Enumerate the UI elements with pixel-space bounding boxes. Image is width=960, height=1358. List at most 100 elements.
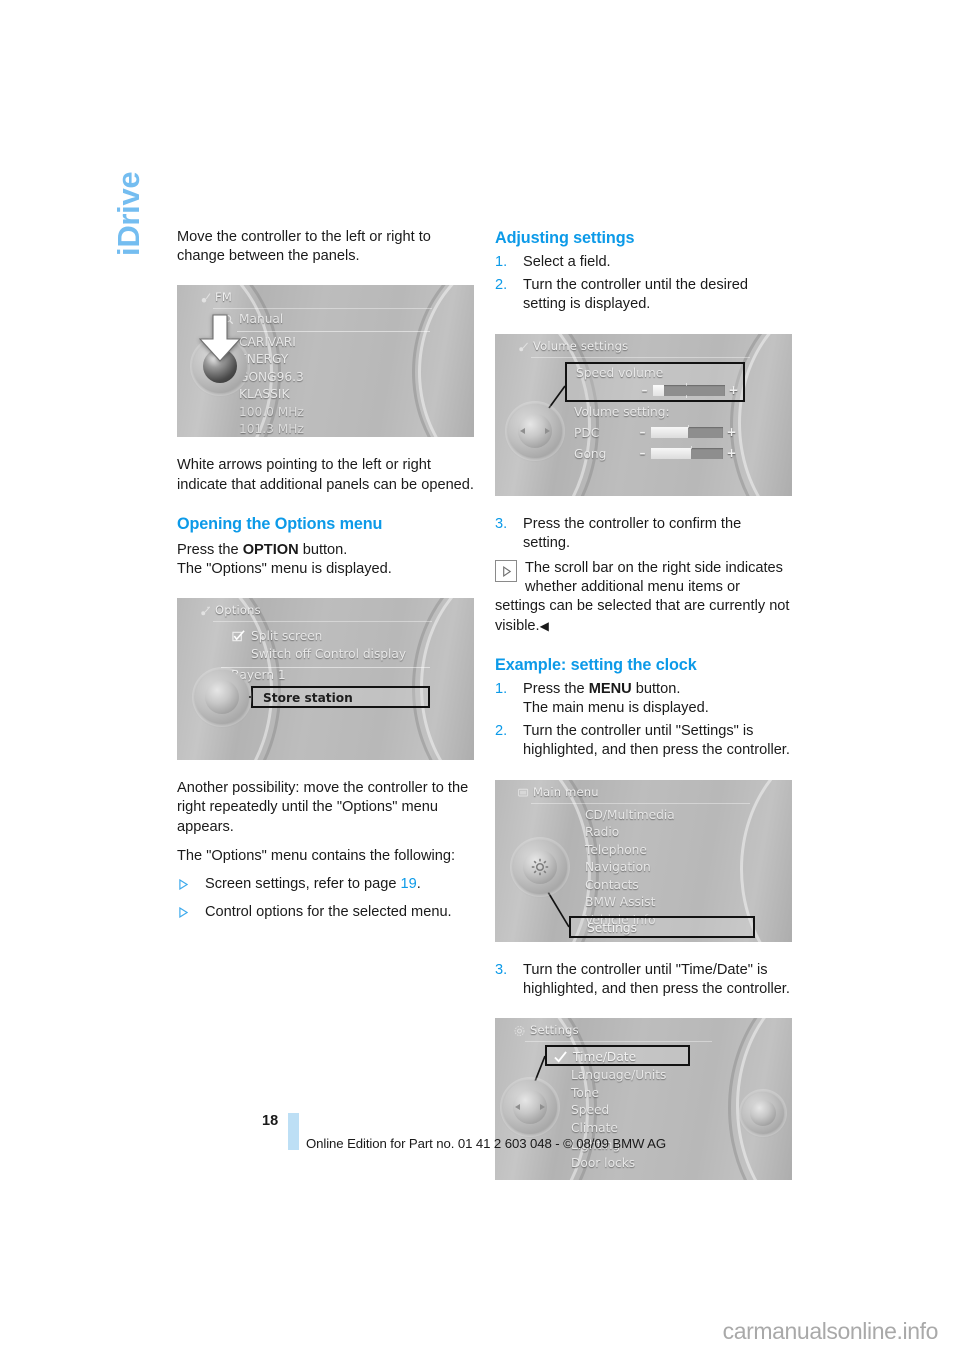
footer-accent-bar (288, 1113, 299, 1150)
footer-text: Online Edition for Part no. 01 41 2 603 … (306, 1136, 666, 1151)
bullet-text: Screen settings, refer to page (205, 876, 401, 893)
volume-row-label-gong: Gong (574, 446, 607, 461)
speed-volume-slider[interactable]: – + (639, 382, 739, 398)
list-item[interactable]: Contacts (583, 877, 756, 895)
settings-selected-label: Time/Date (573, 1050, 637, 1065)
list-item[interactable]: GONG96.3 (237, 369, 430, 387)
options-displayed-paragraph: The "Options" menu is displayed. (177, 561, 392, 578)
slider-plus-label[interactable]: + (726, 447, 737, 459)
slider-track[interactable] (653, 382, 725, 398)
left-column: Move the controller to the left or right… (177, 228, 474, 922)
controller-knob-icon (503, 1080, 557, 1135)
step-text: Turn the controller until the desired se… (523, 277, 748, 313)
controller-knob-icon (508, 403, 562, 458)
list-item[interactable]: ENERGY (237, 351, 430, 369)
list-item: 1. Select a field. (495, 253, 792, 272)
list-item[interactable]: 101.3 MHz (237, 421, 430, 437)
screen-title-settings: Settings (530, 1023, 579, 1038)
list-item[interactable]: Speed (569, 1102, 756, 1120)
step-text: Press the controller to confirm the sett… (523, 515, 742, 551)
slider-thumb[interactable] (653, 384, 664, 396)
gong-volume-slider[interactable]: – + (637, 445, 737, 459)
slider-minus-label[interactable]: – (639, 384, 650, 396)
chapter-tab-idrive: iDrive (111, 171, 146, 256)
step-number: 1. (495, 254, 508, 270)
step-number: 2. (495, 723, 508, 740)
title-divider (531, 356, 750, 358)
slider-fill (651, 426, 689, 438)
example-steps-list: 1. Press the MENU button. The main menu … (495, 680, 792, 761)
list-item[interactable]: Telephone (583, 842, 756, 860)
triangle-bullet-icon (179, 907, 188, 919)
settings-list: Language/Units Tone Speed Climate Lighti… (569, 1067, 756, 1172)
title-divider (525, 1041, 712, 1043)
slider-plus-label[interactable]: + (726, 426, 737, 438)
list-item[interactable]: KLASSIK (237, 386, 430, 404)
step-3-confirm: 3. Press the controller to confirm the s… (495, 515, 792, 553)
menu-button-icon (513, 839, 567, 894)
list-item[interactable]: Navigation (583, 859, 756, 877)
list-item[interactable]: Switch off Control display (249, 646, 430, 664)
screenshot-fm-radio: FM Manual CARIVARI ENERGY GONG96.3 KLASS… (177, 285, 474, 438)
screen-title-volume: Volume settings (533, 338, 629, 353)
press-option-suffix: button. (298, 541, 348, 558)
pdc-volume-slider[interactable]: – + (637, 424, 737, 438)
slider-track[interactable] (651, 424, 723, 438)
note-scrollbar: The scroll bar on the right side indicat… (495, 559, 792, 636)
selection-highlight-box[interactable]: Speed volume – + (565, 361, 745, 402)
page-number: 18 (262, 1113, 279, 1129)
bullet-text-after: . (416, 876, 421, 893)
display-icon (518, 788, 529, 797)
selection-highlight-box[interactable]: Store station (251, 686, 430, 709)
title-divider (213, 308, 432, 310)
selection-highlight-box[interactable]: Settings (569, 915, 755, 938)
list-item[interactable]: Climate (569, 1120, 756, 1138)
volume-selected-label: Speed volume (576, 365, 664, 380)
selection-highlight-box[interactable]: Time/Date (545, 1045, 690, 1067)
volume-section-label: Volume setting: (574, 404, 670, 419)
screen-title-options: Options (215, 603, 261, 618)
fm-station-list: Manual CARIVARI ENERGY GONG96.3 KLASSIK … (223, 311, 430, 437)
heading-example-setting-clock: Example: setting the clock (495, 655, 697, 674)
options-split-screen-row[interactable]: Split screen (232, 628, 430, 646)
step-number: 2. (495, 277, 508, 294)
options-bullet-list: Screen settings, refer to page 19. Contr… (177, 875, 474, 922)
fm-manual-row[interactable]: Manual (223, 311, 430, 329)
list-item[interactable]: 100.0 MHz (237, 404, 430, 422)
step-text-before: Press the (523, 680, 589, 697)
heading-opening-options-menu: Opening the Options menu (177, 514, 383, 533)
slider-fill (651, 447, 692, 459)
list-item[interactable]: Radio (583, 824, 756, 842)
volume-row-label-pdc: PDC (574, 425, 600, 440)
step-text-after: button. (631, 680, 681, 697)
page-reference[interactable]: 19 (401, 876, 417, 892)
list-item[interactable]: CD/Multimedia (583, 807, 756, 825)
checkbox-checked-icon (232, 630, 245, 642)
list-item[interactable]: CARIVARI (237, 334, 430, 352)
step-number: 3. (495, 515, 508, 532)
screenshot-settings-menu: Settings Time/Date Language/Units Tone S… (495, 1018, 792, 1181)
right-column: Adjusting settings 1. Select a field. 2.… (495, 228, 792, 1181)
step-second-line: The main menu is displayed. (523, 700, 709, 717)
intro-paragraph: Move the controller to the left or right… (177, 229, 431, 265)
gear-icon (514, 1026, 525, 1036)
slider-track[interactable] (651, 445, 723, 459)
press-option-paragraph: Press the OPTION button. (177, 541, 474, 560)
menu-button-name: MENU (588, 680, 632, 697)
slider-minus-label[interactable]: – (637, 426, 648, 438)
list-item[interactable]: Language/Units (569, 1067, 756, 1085)
options-selected-label: Store station (263, 691, 353, 706)
slider-plus-label[interactable]: + (728, 384, 739, 396)
adjusting-steps-list: 1. Select a field. 2. Turn the controlle… (495, 253, 792, 315)
gear-icon (531, 858, 549, 875)
list-item[interactable]: Tone (569, 1085, 756, 1103)
slider-minus-label[interactable]: – (637, 447, 648, 459)
list-item: Control options for the selected menu. (177, 903, 474, 922)
step-text: Turn the controller until "Settings" is … (523, 723, 790, 759)
watermark: carmanualsonline.info (722, 1318, 939, 1344)
screenshot-options-menu: Options Split screen Switch off Control … (177, 598, 474, 761)
main-menu-selected-label: Settings (587, 920, 637, 935)
list-item[interactable]: Door locks (569, 1155, 756, 1173)
title-divider (213, 621, 432, 623)
list-item[interactable]: BMW Assist (583, 894, 756, 912)
